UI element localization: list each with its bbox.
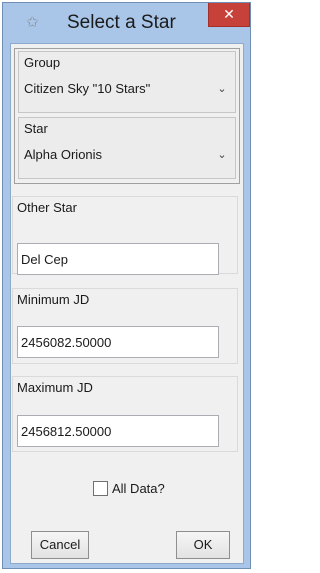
star-icon: ✩	[26, 14, 39, 31]
star-combo[interactable]: Star Alpha Orionis ⌄	[18, 117, 236, 179]
minimum-jd-group: Minimum JD	[12, 288, 238, 364]
minimum-jd-input[interactable]	[17, 326, 219, 358]
group-label: Group	[24, 55, 61, 70]
other-star-group: Other Star	[12, 196, 238, 275]
close-icon: ✕	[223, 6, 235, 22]
star-label: Star	[24, 121, 48, 136]
chevron-down-icon[interactable]: ⌄	[216, 149, 228, 161]
maximum-jd-input[interactable]	[17, 415, 219, 447]
minimum-jd-label: Minimum JD	[17, 292, 90, 307]
maximum-jd-label: Maximum JD	[17, 380, 93, 395]
other-star-input[interactable]	[17, 243, 219, 275]
close-button[interactable]: ✕	[208, 3, 250, 27]
title-bar[interactable]: ✩ Select a Star ✕	[3, 3, 250, 43]
dialog-body: Group Citizen Sky "10 Stars" ⌄ Star Alph…	[10, 43, 244, 564]
group-combo[interactable]: Group Citizen Sky "10 Stars" ⌄	[18, 51, 236, 113]
cancel-button[interactable]: Cancel	[31, 531, 89, 559]
star-selection-group: Group Citizen Sky "10 Stars" ⌄ Star Alph…	[14, 48, 240, 184]
window-title: Select a Star	[67, 12, 176, 33]
star-value[interactable]: Alpha Orionis	[24, 146, 102, 164]
maximum-jd-group: Maximum JD	[12, 376, 238, 452]
all-data-label[interactable]: All Data?	[112, 480, 165, 498]
chevron-down-icon[interactable]: ⌄	[216, 83, 228, 95]
group-value[interactable]: Citizen Sky "10 Stars"	[24, 80, 150, 98]
select-star-window: ✩ Select a Star ✕ Group Citizen Sky "10 …	[2, 2, 251, 569]
all-data-checkbox[interactable]	[93, 481, 108, 496]
ok-button[interactable]: OK	[176, 531, 230, 559]
other-star-label: Other Star	[17, 200, 77, 215]
